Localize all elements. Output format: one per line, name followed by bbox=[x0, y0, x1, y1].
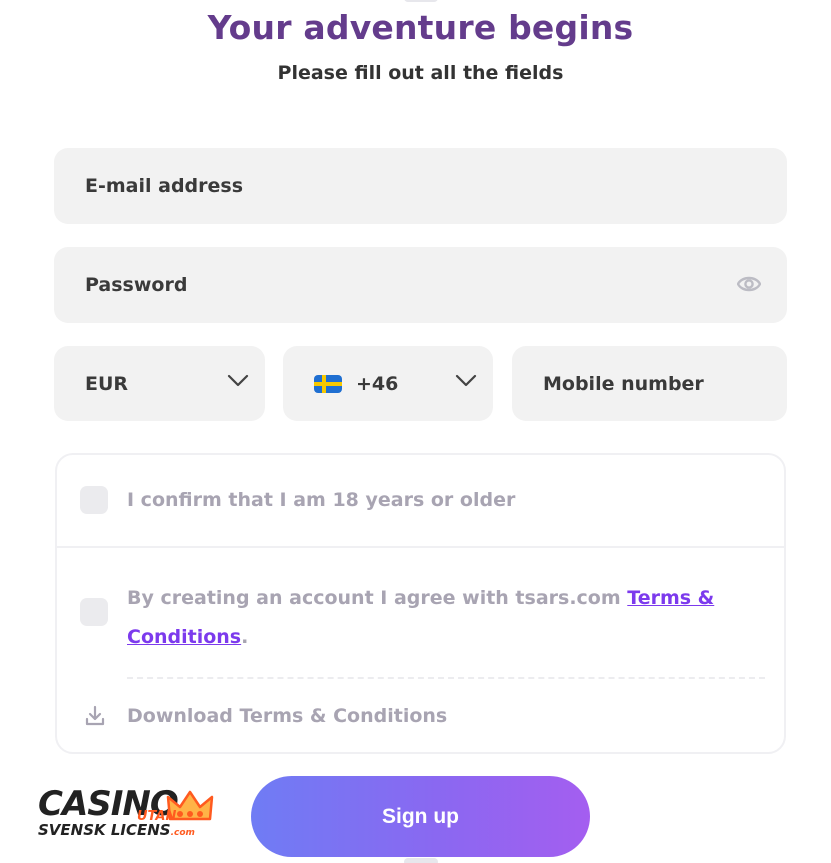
currency-value: EUR bbox=[85, 372, 129, 395]
logo-com: .com bbox=[170, 828, 195, 838]
currency-select[interactable]: EUR bbox=[54, 346, 265, 421]
sign-up-label: Sign up bbox=[382, 804, 459, 828]
mobile-number-field[interactable]: Mobile number bbox=[512, 346, 787, 421]
top-drag-handle bbox=[404, 0, 438, 2]
chevron-down-icon bbox=[455, 374, 477, 387]
sweden-flag-icon bbox=[314, 374, 342, 393]
bottom-drag-handle bbox=[404, 858, 438, 863]
sign-up-button[interactable]: Sign up bbox=[251, 776, 590, 857]
casino-utan-svensk-licens-logo: CASINO UTAN SVENSK LICENS.com bbox=[38, 784, 218, 844]
phone-code-value: +46 bbox=[356, 372, 399, 395]
terms-panel: I confirm that I am 18 years or older By… bbox=[55, 453, 786, 754]
password-field[interactable]: Password bbox=[54, 247, 787, 323]
phone-code-select[interactable]: +46 bbox=[283, 346, 493, 421]
password-placeholder: Password bbox=[85, 274, 188, 296]
terms-agree-checkbox[interactable] bbox=[80, 598, 108, 626]
terms-agree-prefix: By creating an account I agree with tsar… bbox=[127, 587, 628, 609]
divider bbox=[57, 546, 784, 548]
download-icon[interactable] bbox=[84, 705, 106, 727]
eye-icon[interactable] bbox=[737, 274, 761, 294]
logo-line2: SVENSK LICENS.com bbox=[38, 821, 195, 839]
email-field[interactable]: E-mail address bbox=[54, 148, 787, 224]
email-placeholder: E-mail address bbox=[85, 175, 244, 197]
chevron-down-icon bbox=[227, 374, 249, 387]
age-confirm-checkbox[interactable] bbox=[80, 486, 108, 514]
dashed-divider bbox=[127, 677, 765, 679]
age-confirm-label: I confirm that I am 18 years or older bbox=[127, 489, 516, 511]
page-subtitle: Please fill out all the fields bbox=[277, 62, 564, 84]
download-terms-link[interactable]: Download Terms & Conditions bbox=[127, 705, 447, 727]
logo-line2-text: SVENSK LICENS bbox=[38, 821, 171, 839]
terms-agree-suffix: . bbox=[241, 626, 249, 648]
mobile-placeholder: Mobile number bbox=[543, 372, 704, 395]
page-title: Your adventure begins bbox=[207, 8, 634, 47]
terms-agree-label: By creating an account I agree with tsar… bbox=[127, 579, 727, 657]
